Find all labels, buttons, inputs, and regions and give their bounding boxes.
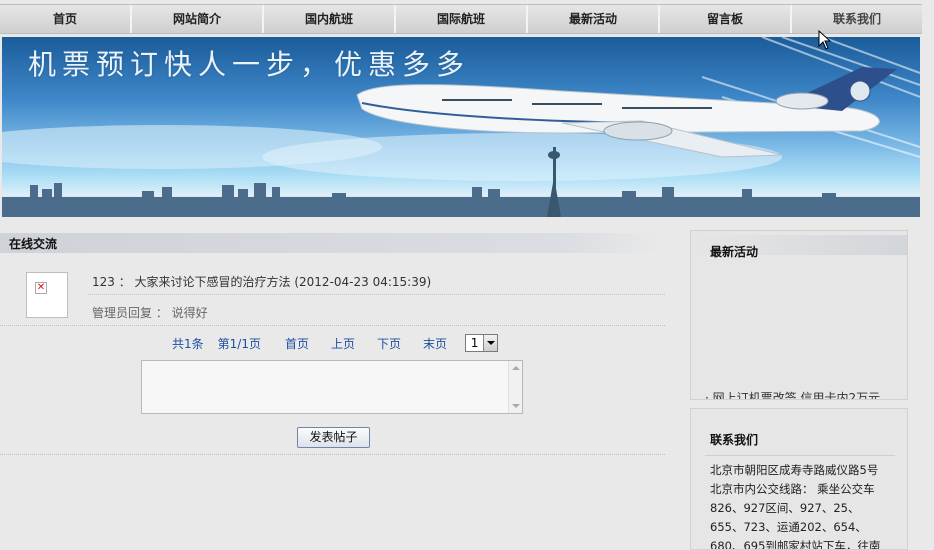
nav-message-board[interactable]: 留言板 <box>660 5 792 33</box>
contact-divider <box>705 455 895 456</box>
nav-international-flights[interactable]: 国际航班 <box>396 5 528 33</box>
contact-address-text: 北京市朝阳区成寿寺路威仪路5号 北京市内公交线路： 乘坐公交车826、927区间… <box>710 463 881 550</box>
dropdown-arrow-icon[interactable] <box>483 335 498 351</box>
page-select[interactable]: 1 <box>465 334 499 352</box>
top-nav: 首页 网站简介 国内航班 国际航班 最新活动 留言板 联系我们 <box>0 4 922 34</box>
latest-events-panel: 最新活动 · 网上订机票改签 信用卡内2万元 <box>690 230 908 400</box>
scroll-down-icon[interactable] <box>512 404 520 408</box>
bottom-divider <box>0 454 665 455</box>
nav-domestic-flights[interactable]: 国内航班 <box>264 5 396 33</box>
latest-events-title: 最新活动 <box>710 245 759 259</box>
scroll-up-icon[interactable] <box>512 366 520 370</box>
mouse-cursor-icon <box>818 30 832 50</box>
avatar: ✕ <box>26 272 68 318</box>
section-header-bar: 在线交流 <box>0 233 662 253</box>
post-title: 123 ： 大家来讨论下感冒的治疗方法 (2012-04-23 04:15:39… <box>92 275 432 289</box>
nav-contact-us[interactable]: 联系我们 <box>792 5 922 33</box>
section-title: 在线交流 <box>9 237 58 251</box>
post-item: ✕ 123 ： 大家来讨论下感冒的治疗方法 (2012-04-23 04:15:… <box>0 262 665 326</box>
page-select-value: 1 <box>470 336 479 350</box>
contact-panel: 联系我们 北京市朝阳区成寿寺路威仪路5号 北京市内公交线路： 乘坐公交车826、… <box>690 408 908 550</box>
nav-latest-events[interactable]: 最新活动 <box>528 5 660 33</box>
nav-about[interactable]: 网站简介 <box>132 5 264 33</box>
broken-image-icon: ✕ <box>35 282 47 294</box>
pager-next-link[interactable]: 下页 <box>377 335 401 352</box>
textarea-scrollbar[interactable] <box>508 361 522 413</box>
pager-last-link[interactable]: 末页 <box>423 335 447 352</box>
contact-title: 联系我们 <box>710 433 759 447</box>
latest-event-link[interactable]: · 网上订机票改签 信用卡内2万元 <box>705 389 880 399</box>
submit-post-button[interactable]: 发表帖子 <box>297 427 370 448</box>
post-divider <box>88 294 665 295</box>
pager-first-link[interactable]: 首页 <box>285 335 309 352</box>
nav-home[interactable]: 首页 <box>0 5 132 33</box>
pager-prev-link[interactable]: 上页 <box>331 335 355 352</box>
admin-reply: 管理员回复 ： 说得好 <box>92 306 208 320</box>
pager-page-info: 第1/1页 <box>217 336 261 351</box>
pager-total: 共1条 <box>172 336 204 351</box>
pagination: 共1条 第1/1页 首页 上页 下页 末页 1 <box>172 333 499 353</box>
banner-slogan: 机票预订快人一步，优惠多多 <box>28 48 471 81</box>
post-content-textarea[interactable] <box>141 360 523 414</box>
hero-banner: 机票预订快人一步，优惠多多 <box>2 37 920 217</box>
